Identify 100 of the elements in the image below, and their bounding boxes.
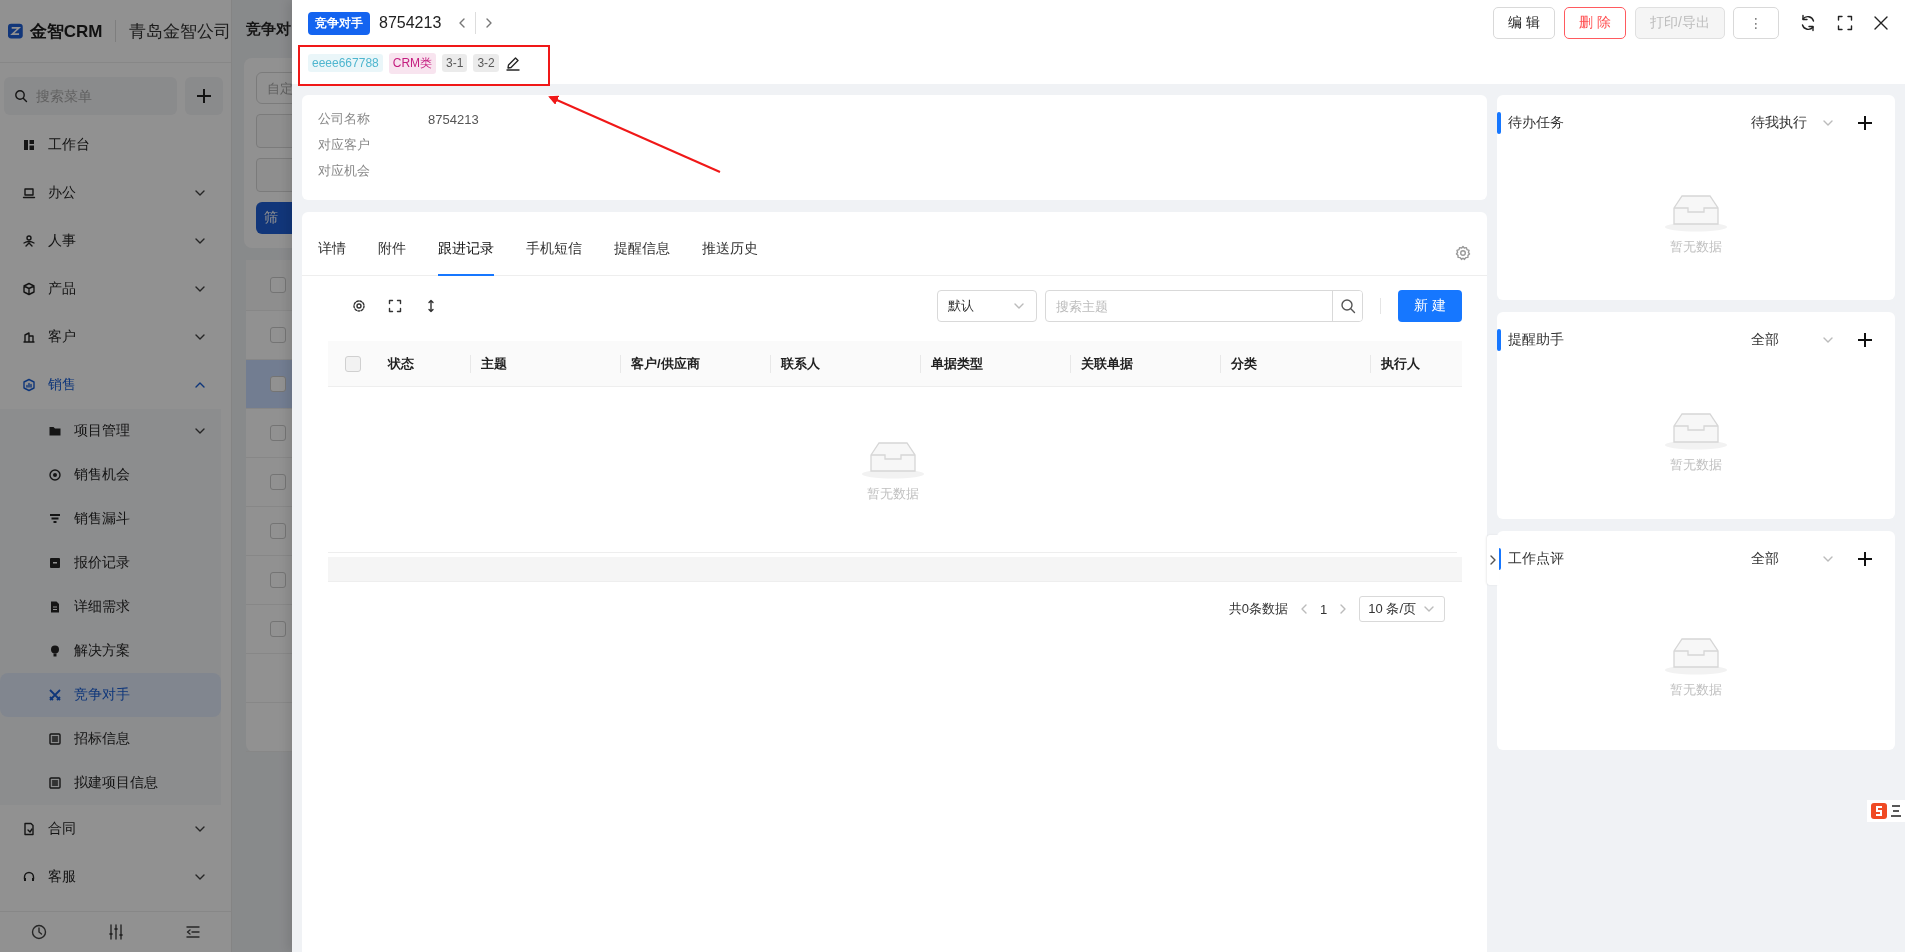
box-icon — [48, 556, 62, 570]
cube-icon — [22, 282, 36, 296]
field-label: 公司名称 — [318, 110, 371, 128]
checkbox[interactable] — [270, 474, 286, 490]
checkbox[interactable] — [270, 376, 286, 392]
action-button[interactable]: 编 辑 — [1493, 7, 1556, 39]
empty-text: 暂无数据 — [866, 484, 919, 503]
new-button[interactable]: 新 建 — [1398, 290, 1462, 322]
crossed-swords-icon — [48, 688, 62, 702]
menu-item[interactable]: 客户 — [0, 313, 221, 361]
people-icon — [22, 234, 36, 248]
checkbox[interactable] — [270, 327, 286, 343]
plus-icon — [195, 87, 213, 105]
menu-item[interactable]: 工作台 — [0, 121, 221, 169]
menu-item[interactable]: 销售 — [0, 361, 221, 409]
column-header: 状态 — [388, 354, 414, 373]
sort-select[interactable]: 默认 — [937, 290, 1037, 322]
search-field[interactable]: 搜索主题 — [1045, 290, 1363, 322]
dashboard-icon — [22, 138, 36, 152]
column-header: 单据类型 — [931, 354, 983, 373]
search-icon — [1339, 298, 1356, 314]
fullscreen-icon[interactable] — [1837, 15, 1853, 31]
tag: 3-2 — [473, 54, 499, 72]
plus-icon[interactable] — [1857, 332, 1873, 348]
menu-item[interactable]: 解决方案 — [0, 629, 221, 673]
add-button[interactable] — [185, 77, 223, 115]
chart-icon — [22, 378, 36, 392]
tab[interactable]: 详情 — [318, 240, 346, 276]
column-header: 执行人 — [1381, 354, 1420, 373]
menu-item[interactable]: 详细需求 — [0, 585, 221, 629]
plus-icon[interactable] — [1857, 115, 1873, 131]
list-icon — [48, 776, 62, 790]
filter-select[interactable]: 全部 — [1751, 331, 1835, 349]
total-count: 共0条数据 — [1228, 600, 1289, 618]
menu-item[interactable]: 竞争对手 — [0, 673, 221, 717]
checkbox[interactable] — [270, 425, 286, 441]
filter-select[interactable]: 全部 — [1751, 550, 1835, 568]
menu-item[interactable]: 招标信息 — [0, 717, 221, 761]
search-icon — [14, 89, 28, 103]
panel-title: 提醒助手 — [1508, 331, 1565, 349]
menu-item[interactable]: 拟建项目信息 — [0, 761, 221, 805]
fullscreen-icon[interactable] — [388, 299, 402, 313]
funnel-icon — [48, 512, 62, 526]
empty-text: 暂无数据 — [1670, 680, 1722, 699]
checkbox[interactable] — [270, 277, 286, 293]
menu-item[interactable]: 人事 — [0, 217, 221, 265]
column-header: 关联单据 — [1081, 354, 1133, 373]
tab[interactable]: 提醒信息 — [614, 240, 670, 276]
field-label: 对应客户 — [318, 136, 371, 154]
empty-text: 暂无数据 — [1670, 455, 1722, 474]
refresh-icon[interactable] — [1799, 14, 1817, 32]
checkbox[interactable] — [270, 523, 286, 539]
laptop-icon — [22, 186, 36, 200]
history-icon[interactable] — [29, 923, 48, 941]
company-name: 青岛金智公司 — [129, 20, 231, 43]
tab[interactable]: 跟进记录 — [438, 240, 494, 276]
brand-name: 金智CRM — [29, 20, 103, 43]
file-icon — [48, 600, 62, 614]
panel-title: 待办任务 — [1508, 114, 1565, 132]
menu-item[interactable]: 产品 — [0, 265, 221, 313]
menu-item[interactable]: 销售漏斗 — [0, 497, 221, 541]
target-icon — [48, 468, 62, 482]
checkbox[interactable] — [270, 621, 286, 637]
checkbox[interactable] — [270, 572, 286, 588]
tab[interactable]: 推送历史 — [702, 240, 758, 276]
plus-icon[interactable] — [1857, 551, 1873, 567]
document-icon — [22, 822, 36, 836]
action-button[interactable]: 删 除 — [1564, 7, 1627, 39]
menu-item[interactable]: 报价记录 — [0, 541, 221, 585]
headset-icon — [22, 870, 36, 884]
close-icon[interactable] — [1873, 15, 1889, 31]
record-type-tag: 竞争对手 — [308, 11, 370, 35]
menu-item[interactable]: 办公 — [0, 169, 221, 217]
menu-item[interactable]: 客服 — [0, 853, 221, 901]
building-icon — [22, 330, 36, 344]
page-size-select[interactable]: 10 条/页 — [1359, 596, 1445, 622]
tag: CRM类 — [388, 52, 437, 74]
more-button[interactable]: ⋮ — [1733, 7, 1779, 39]
page-number[interactable]: 1 — [1320, 601, 1328, 617]
menu-item[interactable]: 合同 — [0, 805, 221, 853]
record-title: 8754213 — [379, 14, 442, 32]
filter-select[interactable]: 待我执行 — [1751, 114, 1835, 132]
column-header: 主题 — [481, 354, 507, 373]
menu-item[interactable]: 项目管理 — [0, 409, 221, 453]
list-icon — [48, 732, 62, 746]
menu-item[interactable]: 销售机会 — [0, 453, 221, 497]
collapse-handle[interactable] — [1487, 535, 1499, 585]
input-method-icon — [1871, 802, 1901, 820]
settings-icon[interactable] — [352, 299, 366, 313]
tab[interactable]: 手机短信 — [526, 240, 582, 276]
panel-title: 工作点评 — [1508, 550, 1565, 568]
empty-text: 暂无数据 — [1670, 237, 1722, 256]
checkbox[interactable] — [345, 355, 361, 372]
search-button[interactable] — [1332, 291, 1362, 321]
folder-icon — [48, 424, 62, 438]
tab[interactable]: 附件 — [378, 240, 406, 276]
edit-icon[interactable] — [504, 55, 521, 71]
filter-button[interactable]: 筛 — [256, 202, 292, 234]
collapse-menu-icon[interactable] — [183, 923, 202, 941]
field-value: 8754213 — [428, 111, 479, 127]
